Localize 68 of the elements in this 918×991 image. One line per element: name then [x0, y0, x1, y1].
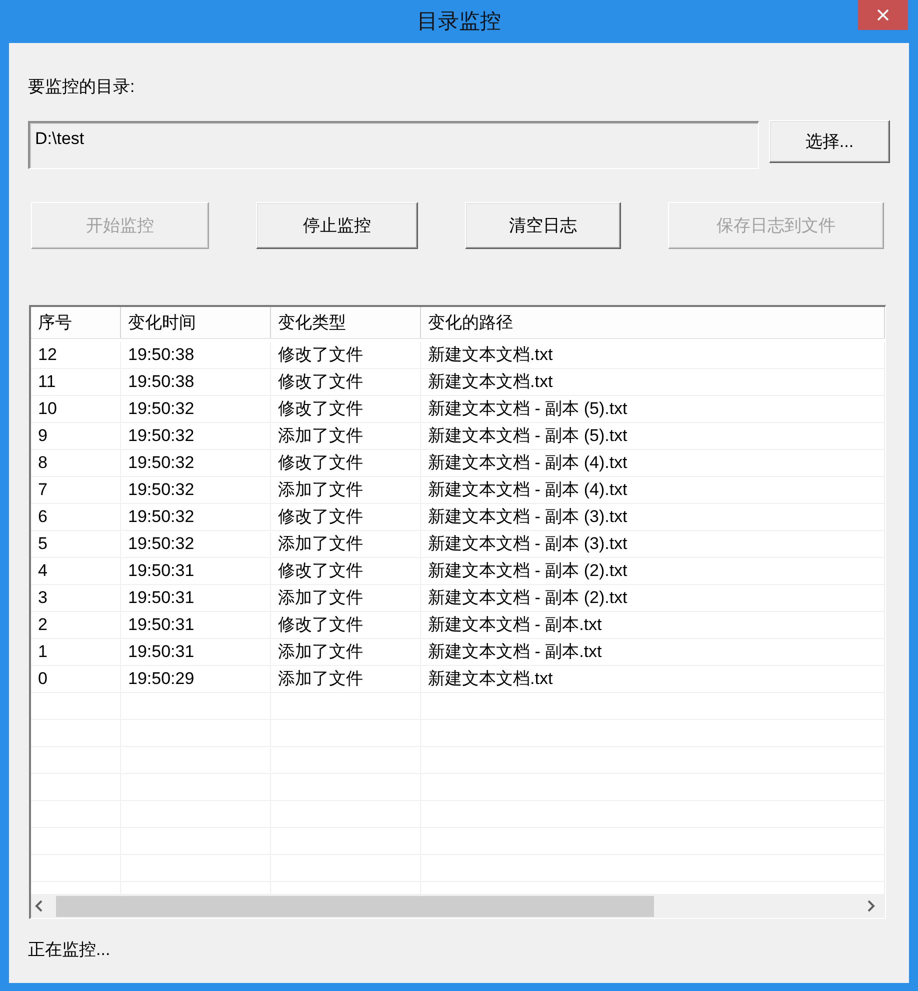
table-cell: 6 — [31, 504, 121, 531]
table-cell: 9 — [31, 423, 121, 450]
table-cell: 修改了文件 — [271, 396, 421, 423]
table-cell: 19:50:29 — [121, 666, 271, 693]
table-cell: 修改了文件 — [271, 369, 421, 396]
table-cell: 添加了文件 — [271, 666, 421, 693]
table-cell: 新建文本文档.txt — [421, 666, 885, 693]
table-cell: 19:50:32 — [121, 504, 271, 531]
table-cell: 19:50:32 — [121, 531, 271, 558]
table-cell: 修改了文件 — [271, 504, 421, 531]
table-cell: 修改了文件 — [271, 558, 421, 585]
table-cell: 19:50:31 — [121, 639, 271, 666]
table-cell: 12 — [31, 342, 121, 369]
column-header: 变化时间 — [121, 307, 271, 338]
table-cell: 3 — [31, 585, 121, 612]
table-cell: 0 — [31, 666, 121, 693]
column-header: 序号 — [31, 307, 121, 338]
table-cell: 19:50:31 — [121, 585, 271, 612]
browse-button[interactable]: 选择... — [769, 120, 890, 163]
table-cell: 19:50:31 — [121, 612, 271, 639]
table-cell: 修改了文件 — [271, 342, 421, 369]
table-cell: 新建文本文档 - 副本 (4).txt — [421, 450, 885, 477]
table-cell: 5 — [31, 531, 121, 558]
window-title: 目录监控 — [417, 8, 501, 34]
directory-field[interactable]: D:\test — [28, 121, 759, 169]
table-cell: 添加了文件 — [271, 531, 421, 558]
table-cell: 10 — [31, 396, 121, 423]
table-cell: 19:50:32 — [121, 396, 271, 423]
column-header: 变化的路径 — [421, 307, 885, 338]
table-cell: 19:50:38 — [121, 342, 271, 369]
table-cell: 新建文本文档.txt — [421, 342, 885, 369]
table-cell: 新建文本文档 - 副本 (2).txt — [421, 558, 885, 585]
table-cell: 新建文本文档 - 副本 (2).txt — [421, 585, 885, 612]
table-cell: 4 — [31, 558, 121, 585]
scrollbar-thumb[interactable] — [56, 896, 654, 916]
table-cell: 19:50:31 — [121, 558, 271, 585]
table-cell: 1 — [31, 639, 121, 666]
table-cell: 添加了文件 — [271, 423, 421, 450]
table-cell: 8 — [31, 450, 121, 477]
table-cell: 修改了文件 — [271, 612, 421, 639]
table-cell: 添加了文件 — [271, 639, 421, 666]
table-cell: 19:50:32 — [121, 477, 271, 504]
table-cell: 19:50:32 — [121, 423, 271, 450]
table-cell: 修改了文件 — [271, 450, 421, 477]
table-cell: 新建文本文档 - 副本.txt — [421, 639, 885, 666]
table-cell: 2 — [31, 612, 121, 639]
status-text: 正在监控... — [28, 940, 112, 960]
table-cell: 添加了文件 — [271, 585, 421, 612]
table-cell: 新建文本文档 - 副本.txt — [421, 612, 885, 639]
table-cell: 11 — [31, 369, 121, 396]
action-button[interactable]: 停止监控 — [256, 202, 418, 249]
directory-label: 要监控的目录: — [28, 77, 136, 97]
table-cell: 19:50:32 — [121, 450, 271, 477]
close-icon — [877, 9, 889, 21]
scroll-right-icon[interactable] — [867, 900, 875, 912]
column-header: 变化类型 — [271, 307, 421, 338]
table-cell: 7 — [31, 477, 121, 504]
table-cell: 新建文本文档 - 副本 (4).txt — [421, 477, 885, 504]
action-button[interactable]: 清空日志 — [465, 202, 621, 249]
table-cell: 新建文本文档 - 副本 (3).txt — [421, 531, 885, 558]
table-cell: 19:50:38 — [121, 369, 271, 396]
scroll-left-icon[interactable] — [35, 900, 43, 912]
table-cell: 新建文本文档 - 副本 (3).txt — [421, 504, 885, 531]
table-cell: 添加了文件 — [271, 477, 421, 504]
table-cell: 新建文本文档 - 副本 (5).txt — [421, 396, 885, 423]
table-cell: 新建文本文档.txt — [421, 369, 885, 396]
table-cell: 新建文本文档 - 副本 (5).txt — [421, 423, 885, 450]
close-button[interactable] — [858, 0, 908, 30]
